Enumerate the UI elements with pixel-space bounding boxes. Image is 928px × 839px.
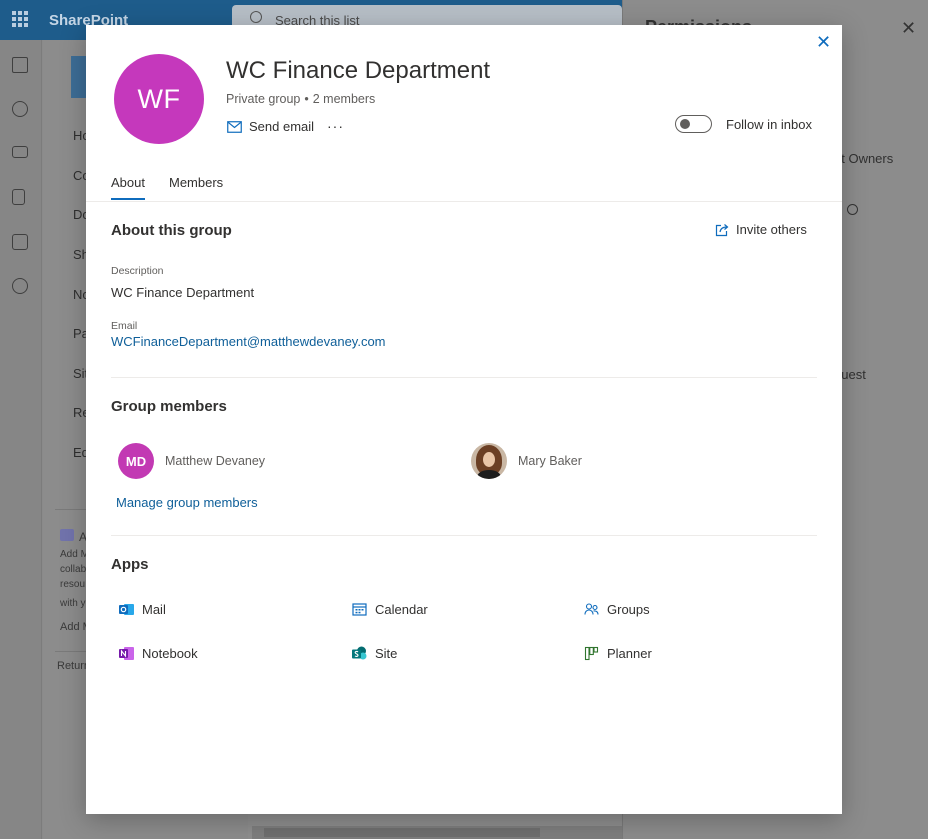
file-icon[interactable] [12, 189, 25, 205]
avatar: MD [118, 443, 154, 479]
mail-icon [227, 120, 242, 133]
app-site[interactable]: Site [352, 646, 397, 661]
tabs-divider [86, 201, 842, 202]
groups-icon [584, 603, 599, 615]
group-avatar: WF [114, 54, 204, 144]
send-email-label: Send email [249, 119, 315, 134]
group-card-dialog: ✕ WF WC Finance Department Private group… [86, 25, 842, 814]
lists-icon[interactable] [12, 234, 28, 250]
follow-label: Follow in inbox [726, 116, 812, 132]
group-privacy: Private group [226, 92, 301, 106]
separator-dot: • [304, 92, 309, 106]
app-label: Calendar [375, 602, 428, 617]
send-email-button[interactable]: Send email [227, 119, 314, 134]
close-icon[interactable]: ✕ [816, 33, 831, 51]
app-label: Mail [142, 602, 166, 617]
panel-text: nt Owners [834, 151, 894, 166]
app-calendar[interactable]: Calendar [352, 602, 428, 617]
section-divider [111, 535, 817, 536]
app-label: Site [375, 646, 398, 661]
email-link[interactable]: WCFinanceDepartment@matthewdevaney.com [111, 334, 386, 349]
group-title: WC Finance Department [226, 57, 491, 84]
news-icon[interactable] [12, 146, 28, 158]
sharepoint-icon [352, 646, 367, 660]
onenote-icon [119, 647, 134, 660]
outlook-icon [119, 604, 134, 615]
app-label: Notebook [142, 646, 198, 661]
create-icon[interactable] [12, 278, 28, 294]
group-meta: Private group • 2 members [226, 92, 375, 106]
app-launcher-icon[interactable] [12, 11, 28, 27]
apps-heading: Apps [111, 556, 149, 573]
app-mail[interactable]: Mail [119, 602, 166, 617]
calendar-icon [352, 603, 367, 616]
description-label: Description [111, 265, 164, 277]
app-label: Planner [607, 646, 652, 661]
home-icon[interactable] [12, 57, 28, 73]
search-icon [250, 11, 262, 23]
member-name: Matthew Devaney [165, 454, 266, 468]
member-item[interactable]: Mary Baker [471, 443, 582, 479]
app-groups[interactable]: Groups [584, 602, 650, 617]
member-name: Mary Baker [518, 454, 582, 468]
planner-icon [584, 646, 599, 661]
members-heading: Group members [111, 398, 227, 415]
share-icon [715, 223, 729, 236]
app-notebook[interactable]: Notebook [119, 646, 198, 661]
manage-group-members-link[interactable]: Manage group members [116, 495, 258, 510]
invite-others-label: Invite others [736, 222, 807, 237]
about-heading: About this group [111, 222, 232, 239]
toggle-knob [680, 119, 690, 129]
member-item[interactable]: MD Matthew Devaney [118, 443, 265, 479]
teams-text: with y [60, 598, 86, 609]
teams-icon [60, 529, 74, 541]
site-logo [71, 56, 87, 98]
section-divider [111, 377, 817, 378]
avatar [471, 443, 507, 479]
email-label: Email [111, 320, 138, 332]
follow-in-inbox[interactable]: Follow in inbox [675, 115, 812, 133]
app-planner[interactable]: Planner [584, 646, 652, 661]
teams-text: Add M [60, 549, 89, 560]
teams-text: resou [60, 579, 86, 590]
globe-icon[interactable] [12, 101, 28, 117]
tab-list: About Members [111, 175, 223, 200]
horizontal-scrollbar[interactable] [252, 826, 622, 839]
invite-others-button[interactable]: Invite others [715, 222, 807, 237]
follow-toggle[interactable] [675, 115, 712, 133]
app-rail [0, 40, 42, 839]
more-options-button[interactable]: ··· [327, 118, 344, 134]
info-icon[interactable] [847, 204, 858, 215]
scroll-thumb[interactable] [264, 828, 540, 837]
group-member-count: 2 members [312, 92, 376, 106]
description-value: WC Finance Department [111, 285, 255, 300]
tab-about[interactable]: About [111, 175, 145, 200]
teams-text: collab [60, 564, 87, 575]
tab-members[interactable]: Members [169, 175, 223, 200]
panel-close-icon[interactable]: ✕ [901, 18, 916, 39]
app-label: Groups [607, 602, 650, 617]
